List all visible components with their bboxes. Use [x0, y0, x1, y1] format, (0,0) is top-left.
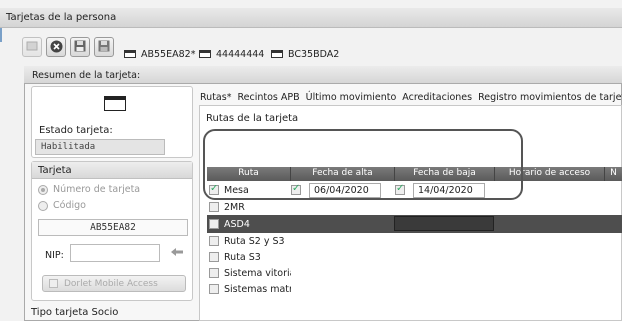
tipo-tarjeta-label: Tipo tarjeta Socio — [31, 307, 119, 318]
radio-button[interactable] — [38, 200, 48, 211]
card-status-box: Estado tarjeta: Habilitada — [31, 86, 193, 158]
route-cell: Sistema vitoria — [207, 268, 291, 279]
table-row-selected[interactable]: ASD4 — [207, 215, 622, 233]
card-tab-1[interactable]: AB55EA82* — [119, 44, 200, 64]
radio-codigo-label: Código — [53, 200, 86, 211]
dorlet-checkbox[interactable] — [49, 279, 58, 288]
rutas-title: Rutas de la tarjeta — [206, 113, 299, 124]
radio-button[interactable] — [38, 184, 48, 195]
estado-value: Habilitada — [35, 139, 165, 155]
card-left-column: Estado tarjeta: Habilitada Tarjeta Númer… — [31, 86, 193, 321]
table-row[interactable]: Ruta S3 — [207, 249, 622, 265]
summary-header: Resumen de la tarjeta: — [24, 66, 622, 84]
tab-rutas[interactable]: Rutas* — [199, 92, 232, 103]
delete-icon — [50, 40, 63, 55]
detail-tabs: Rutas* Recintos APB Último movimiento Ac… — [199, 92, 622, 103]
card-tab-label: 44444444 — [216, 48, 265, 60]
card-detail-area: Rutas* Recintos APB Último movimiento Ac… — [199, 86, 622, 321]
route-cell: ASD4 — [207, 219, 291, 230]
table-row[interactable]: Sistema vitoria — [207, 265, 622, 281]
route-name: Ruta S2 y S3 — [224, 235, 285, 247]
save-all-icon — [98, 40, 110, 54]
toolbar: AB55EA82* 44444444 BC35BDA2 — [22, 35, 622, 65]
route-cell: Sistemas matri — [207, 284, 291, 295]
table-row[interactable]: Ruta S2 y S3 — [207, 233, 622, 249]
route-checkbox[interactable] — [209, 236, 219, 246]
save-all-button[interactable] — [94, 37, 114, 57]
tab-recintos-apb[interactable]: Recintos APB — [236, 92, 300, 103]
card-icon — [199, 50, 211, 58]
summary-header-label: Resumen de la tarjeta: — [32, 70, 141, 81]
route-checkbox[interactable] — [209, 219, 219, 229]
route-cell: Ruta S2 y S3 — [207, 236, 291, 247]
nip-arrow-button[interactable] — [168, 245, 186, 261]
radio-numero-label: Número de tarjeta — [53, 184, 141, 195]
route-name: ASD4 — [224, 218, 250, 230]
new-button[interactable] — [22, 37, 42, 57]
window-title-bar: Tarjetas de la persona — [0, 8, 622, 28]
route-name: Ruta S3 — [224, 251, 261, 263]
tab-ultimo-movimiento[interactable]: Último movimiento — [305, 92, 398, 103]
table-row[interactable]: Sistemas matri — [207, 281, 622, 297]
radio-codigo[interactable]: Código — [38, 200, 86, 211]
card-icon — [124, 50, 136, 58]
card-tab-3[interactable]: BC35BDA2 — [266, 44, 344, 64]
save-icon — [74, 40, 86, 54]
nip-input[interactable] — [70, 244, 160, 262]
delete-button[interactable] — [46, 37, 66, 57]
save-button[interactable] — [70, 37, 90, 57]
window-title: Tarjetas de la persona — [6, 12, 117, 23]
tab-acreditaciones[interactable]: Acreditaciones — [401, 92, 473, 103]
route-name: Sistemas matri — [224, 283, 291, 295]
route-name: Sistema vitoria — [224, 267, 291, 279]
card-number-field[interactable]: AB55EA82 — [38, 219, 188, 236]
persona-cards-window: Tarjetas de la persona AB55EA82* 4444444… — [0, 0, 622, 321]
card-tab-2[interactable]: 44444444 — [194, 44, 269, 64]
dorlet-label: Dorlet Mobile Access — [64, 278, 158, 289]
card-tab-label: AB55EA82* — [141, 48, 196, 60]
nip-label: NIP: — [45, 250, 64, 261]
table-row[interactable]: 2MR — [207, 199, 622, 215]
highlight-annotation — [203, 129, 523, 200]
tarjeta-header-label: Tarjeta — [38, 165, 72, 176]
route-cell: 2MR — [207, 202, 291, 213]
radio-numero[interactable]: Número de tarjeta — [38, 184, 140, 195]
arrow-left-icon — [170, 247, 184, 260]
route-checkbox[interactable] — [209, 252, 219, 262]
route-checkbox[interactable] — [209, 202, 219, 212]
baja-date-field-empty[interactable] — [394, 216, 494, 231]
route-checkbox[interactable] — [209, 268, 219, 278]
tab-registro-movimientos[interactable]: Registro movimientos de tarjeta — [477, 92, 622, 103]
left-accent — [0, 28, 2, 42]
route-checkbox[interactable] — [209, 284, 219, 294]
card-icon — [104, 96, 126, 111]
tarjeta-header: Tarjeta — [32, 162, 192, 179]
dorlet-mobile-access-button[interactable]: Dorlet Mobile Access — [42, 275, 186, 292]
card-icon — [271, 50, 283, 58]
new-icon — [26, 41, 38, 53]
estado-label: Estado tarjeta: — [39, 125, 113, 136]
card-tab-label: BC35BDA2 — [288, 48, 340, 60]
column-header-extra[interactable]: N — [605, 167, 622, 181]
route-cell: Ruta S3 — [207, 252, 291, 263]
route-name: 2MR — [224, 201, 245, 213]
tarjeta-box: Tarjeta Número de tarjeta Código AB55EA8… — [31, 161, 193, 301]
